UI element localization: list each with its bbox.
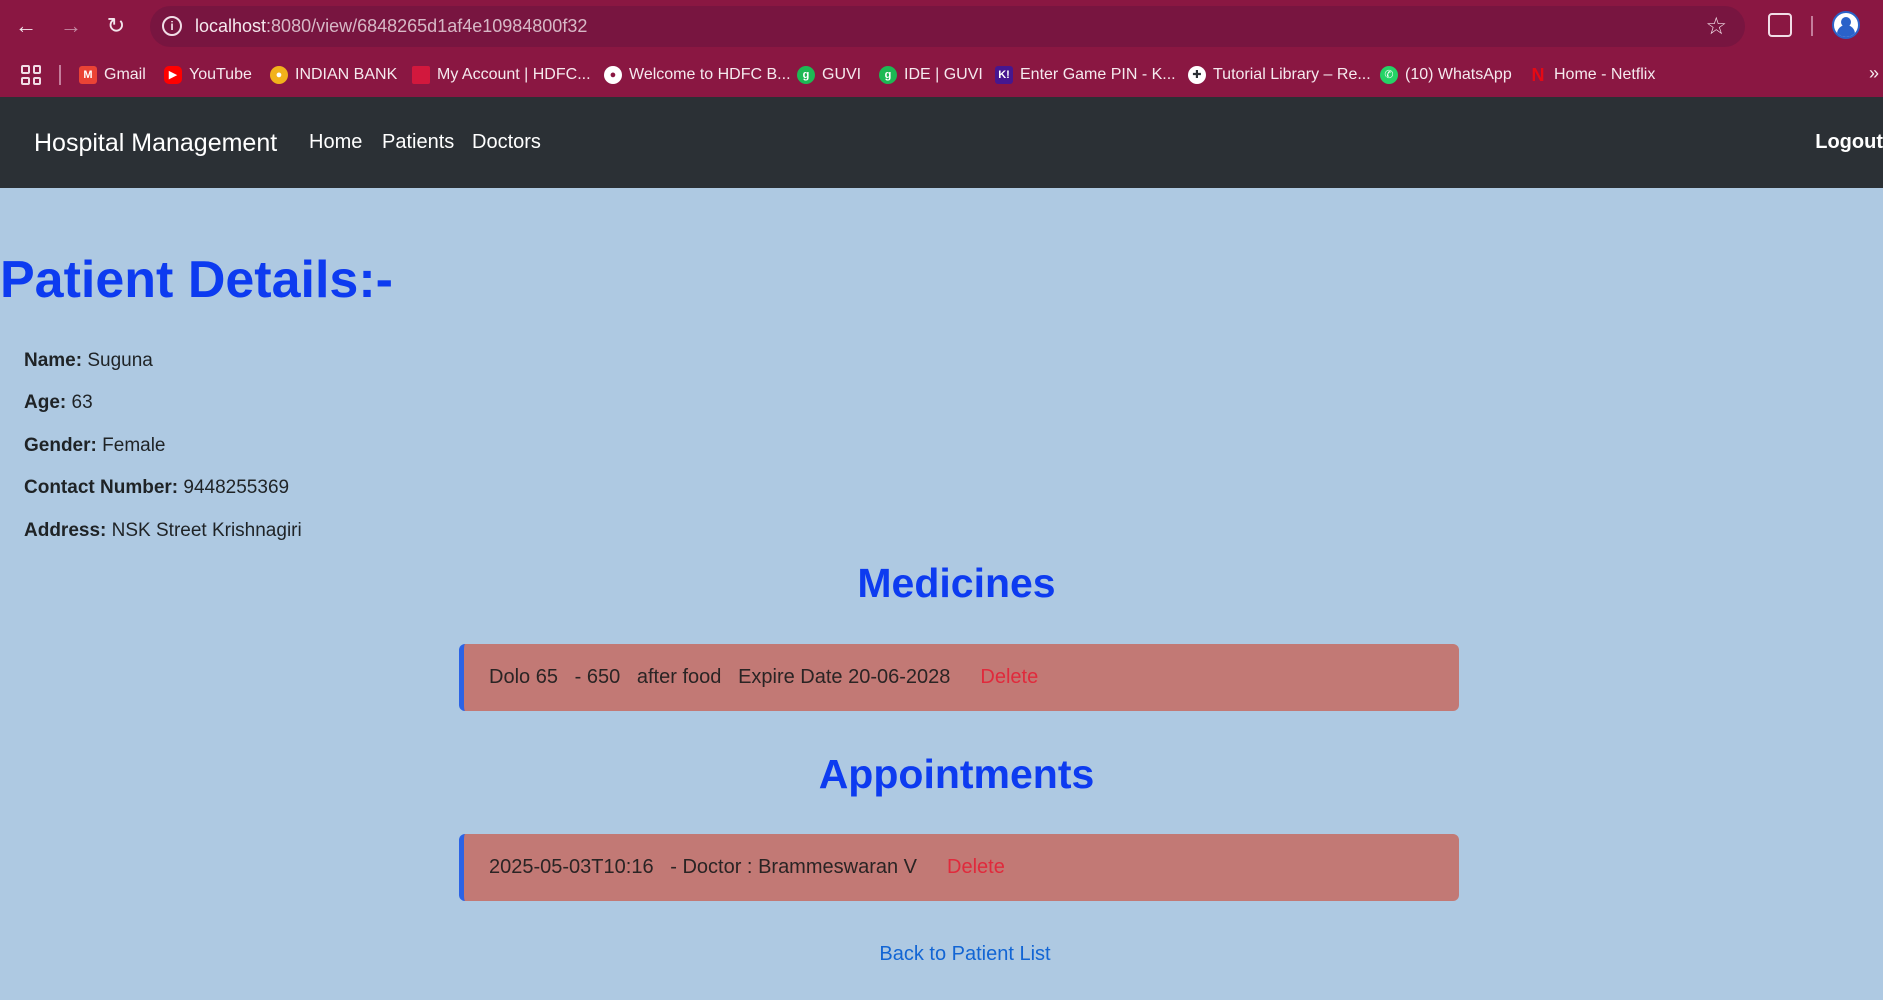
- globe-icon: ●: [604, 66, 622, 84]
- medicine-name: Dolo 65: [489, 666, 558, 688]
- url-text[interactable]: localhost:8080/view/6848265d1af4e1098480…: [195, 16, 587, 37]
- kahoot-icon: K!: [995, 66, 1013, 84]
- appointment-item: 2025-05-03T10:16 - Doctor : Brammeswaran…: [459, 834, 1459, 901]
- patient-name: Name: Suguna: [24, 350, 153, 371]
- nav-home-link[interactable]: Home: [309, 131, 362, 154]
- bookmark-hdfc-account[interactable]: My Account | HDFC...: [412, 63, 591, 87]
- bookmark-indian-bank[interactable]: ● INDIAN BANK: [270, 63, 397, 87]
- bookmark-ide-guvi[interactable]: g IDE | GUVI: [879, 63, 983, 87]
- delete-medicine-button[interactable]: Delete: [980, 666, 1038, 689]
- bookmark-kahoot[interactable]: K! Enter Game PIN - K...: [995, 63, 1176, 87]
- patient-age: Age: 63: [24, 392, 93, 413]
- back-arrow-icon[interactable]: ←: [11, 11, 41, 41]
- netflix-icon: N: [1531, 65, 1545, 85]
- app-navbar: Hospital Management Home Patients Doctor…: [0, 97, 1883, 188]
- logout-link[interactable]: Logout: [1815, 131, 1883, 154]
- medicines-heading: Medicines: [857, 560, 1056, 606]
- bookmark-whatsapp[interactable]: ✆ (10) WhatsApp: [1380, 63, 1512, 87]
- patient-gender: Gender: Female: [24, 435, 166, 456]
- bookmark-netflix[interactable]: N Home - Netflix: [1529, 63, 1656, 87]
- indian-bank-icon: ●: [270, 66, 288, 84]
- guvi-icon: g: [797, 66, 815, 84]
- tutorial-icon: ✚: [1188, 66, 1206, 84]
- hdfc-icon: [412, 66, 430, 84]
- forward-arrow-icon[interactable]: →: [56, 11, 86, 41]
- bookmark-tutorial-library[interactable]: ✚ Tutorial Library – Re...: [1188, 63, 1371, 87]
- navbar-brand[interactable]: Hospital Management: [34, 129, 277, 158]
- extensions-icon[interactable]: [1768, 13, 1792, 37]
- whatsapp-icon: ✆: [1380, 66, 1398, 84]
- delete-appointment-button[interactable]: Delete: [947, 856, 1005, 879]
- medicine-timing: after food: [636, 666, 722, 688]
- bookmarks-divider: [59, 65, 61, 85]
- page-title: Patient Details:-: [0, 251, 393, 309]
- medicine-dose: - 650: [574, 666, 621, 688]
- youtube-icon: ▶: [164, 66, 182, 84]
- appointment-datetime: 2025-05-03T10:16: [489, 856, 654, 878]
- gmail-icon: M: [79, 66, 97, 84]
- appointment-doctor-name: Brammeswaran V: [758, 856, 917, 878]
- reload-icon[interactable]: ↻: [101, 11, 131, 41]
- site-info-icon[interactable]: i: [162, 16, 182, 36]
- address-bar[interactable]: i localhost:8080/view/6848265d1af4e10984…: [150, 6, 1745, 47]
- medicine-expiry: Expire Date 20-06-2028: [738, 666, 951, 688]
- patient-contact-number: Contact Number: 9448255369: [24, 477, 290, 498]
- more-bookmarks-icon[interactable]: »: [1869, 63, 1879, 84]
- bookmark-hdfc-welcome[interactable]: ● Welcome to HDFC B...: [604, 63, 791, 87]
- nav-patients-link[interactable]: Patients: [382, 131, 454, 154]
- browser-toolbar: ← → ↻ i localhost:8080/view/6848265d1af4…: [0, 0, 1883, 53]
- bookmarks-bar: M Gmail ▶ YouTube ● INDIAN BANK My Account …: [0, 53, 1883, 97]
- bookmark-gmail[interactable]: M Gmail: [79, 63, 146, 87]
- patient-address: Address: NSK Street Krishnagiri: [24, 520, 302, 541]
- bookmark-youtube[interactable]: ▶ YouTube: [164, 63, 252, 87]
- profile-avatar[interactable]: [1832, 11, 1860, 39]
- bookmark-guvi[interactable]: g GUVI: [797, 63, 861, 87]
- guvi-icon: g: [879, 66, 897, 84]
- back-to-patient-list-link[interactable]: Back to Patient List: [0, 943, 1883, 966]
- bookmark-star-icon[interactable]: ☆: [1705, 12, 1727, 41]
- nav-doctors-link[interactable]: Doctors: [472, 131, 541, 154]
- toolbar-divider: [1811, 16, 1813, 36]
- apps-grid-icon[interactable]: [21, 65, 41, 85]
- appointment-doctor-label: - Doctor :: [670, 856, 753, 878]
- appointments-heading: Appointments: [818, 751, 1095, 797]
- medicine-item: Dolo 65 - 650 after food Expire Date 20-…: [459, 644, 1459, 711]
